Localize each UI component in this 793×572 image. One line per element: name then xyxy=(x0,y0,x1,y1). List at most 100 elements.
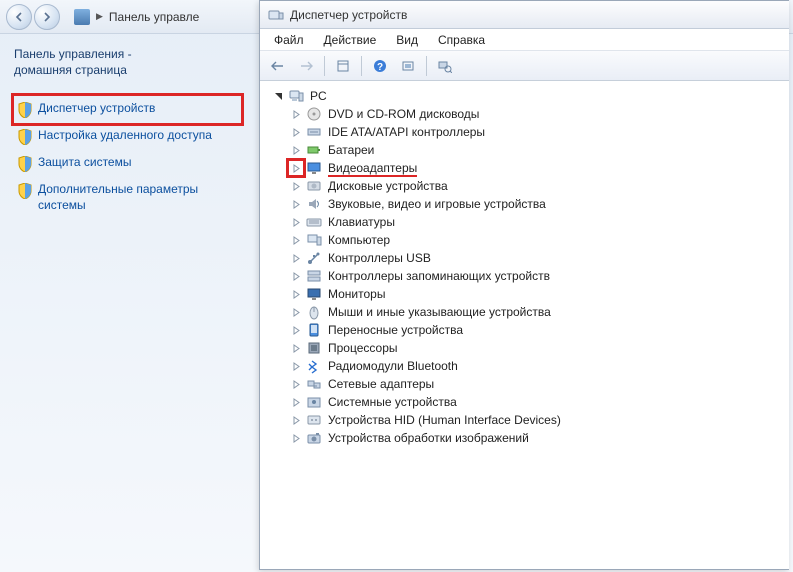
sound-icon xyxy=(306,196,322,212)
sidebar-link-label: Настройка удаленного доступа xyxy=(38,128,212,144)
tree-node[interactable]: Устройства HID (Human Interface Devices) xyxy=(288,411,789,429)
expand-arrow-icon[interactable] xyxy=(290,198,302,210)
expand-arrow-icon[interactable] xyxy=(290,234,302,246)
svg-text:?: ? xyxy=(377,62,383,73)
expand-arrow-icon[interactable] xyxy=(290,162,302,174)
tree-node-label: Видеоадаптеры xyxy=(328,161,417,175)
tree-node[interactable]: Системные устройства xyxy=(288,393,789,411)
tree-node-label: Устройства обработки изображений xyxy=(328,431,529,445)
tree-node-label: Системные устройства xyxy=(328,395,457,409)
device-tree[interactable]: PC DVD и CD-ROM дисководы IDE ATA/ATAPI к… xyxy=(260,81,789,569)
tree-node-label: Клавиатуры xyxy=(328,215,395,229)
tree-node[interactable]: IDE ATA/ATAPI контроллеры xyxy=(288,123,789,141)
sidebar-link[interactable]: Диспетчер устройств xyxy=(14,96,241,123)
expand-arrow-icon[interactable] xyxy=(290,378,302,390)
hid-icon xyxy=(306,412,322,428)
expand-arrow-icon[interactable] xyxy=(290,270,302,282)
toolbar-show-hidden-button[interactable] xyxy=(433,55,457,77)
storage-icon xyxy=(306,268,322,284)
breadcrumb[interactable]: ▶ Панель управле xyxy=(74,9,199,25)
toolbar-forward-button[interactable] xyxy=(294,55,318,77)
expand-arrow-icon[interactable] xyxy=(290,432,302,444)
tree-node[interactable]: Сетевые адаптеры xyxy=(288,375,789,393)
expand-arrow-icon[interactable] xyxy=(290,180,302,192)
shield-icon xyxy=(18,183,32,199)
menu-item[interactable]: Действие xyxy=(314,31,387,49)
titlebar: Диспетчер устройств xyxy=(260,1,789,29)
tree-node[interactable]: Мыши и иные указывающие устройства xyxy=(288,303,789,321)
toolbar-back-button[interactable] xyxy=(266,55,290,77)
tree-node-label: Устройства HID (Human Interface Devices) xyxy=(328,413,561,427)
hdd-icon xyxy=(306,178,322,194)
expand-arrow-icon[interactable] xyxy=(290,360,302,372)
expand-arrow-icon[interactable] xyxy=(290,396,302,408)
tree-node[interactable]: Дисковые устройства xyxy=(288,177,789,195)
toolbar-help-button[interactable]: ? xyxy=(368,55,392,77)
tree-node-label: Сетевые адаптеры xyxy=(328,377,434,391)
tree-node[interactable]: DVD и CD-ROM дисководы xyxy=(288,105,789,123)
tree-node-label: Процессоры xyxy=(328,341,398,355)
expand-arrow-icon[interactable] xyxy=(290,216,302,228)
tree-node[interactable]: Клавиатуры xyxy=(288,213,789,231)
keyboard-icon xyxy=(306,214,322,230)
toolbar-separator xyxy=(426,56,427,76)
tree-node[interactable]: Видеоадаптеры xyxy=(288,159,789,177)
breadcrumb-sep: ▶ xyxy=(96,11,103,22)
cpu-icon xyxy=(306,340,322,356)
expand-arrow-icon[interactable] xyxy=(290,306,302,318)
tree-node[interactable]: Переносные устройства xyxy=(288,321,789,339)
toolbar-properties-button[interactable] xyxy=(331,55,355,77)
monitor-icon xyxy=(306,286,322,302)
tree-node[interactable]: Компьютер xyxy=(288,231,789,249)
tree-node[interactable]: Радиомодули Bluetooth xyxy=(288,357,789,375)
tree-node-label: Контроллеры запоминающих устройств xyxy=(328,269,550,283)
back-button[interactable] xyxy=(6,4,32,30)
sidebar-link[interactable]: Защита системы xyxy=(14,150,241,177)
computer-icon xyxy=(306,232,322,248)
expand-arrow-icon[interactable] xyxy=(290,414,302,426)
display-icon xyxy=(306,160,322,176)
tree-node[interactable]: Мониторы xyxy=(288,285,789,303)
toolbar-scan-button[interactable] xyxy=(396,55,420,77)
system-icon xyxy=(306,394,322,410)
expand-arrow-icon[interactable] xyxy=(290,108,302,120)
tree-root-label: PC xyxy=(310,89,327,103)
expand-arrow-icon[interactable] xyxy=(290,126,302,138)
tree-node[interactable]: Батареи xyxy=(288,141,789,159)
menu-item[interactable]: Файл xyxy=(264,31,314,49)
tree-node[interactable]: Звуковые, видео и игровые устройства xyxy=(288,195,789,213)
tree-node-label: DVD и CD-ROM дисководы xyxy=(328,107,479,121)
ide-icon xyxy=(306,124,322,140)
sidebar-link-label: Дополнительные параметры системы xyxy=(38,182,237,213)
menu-bar: ФайлДействиеВидСправка xyxy=(260,29,789,51)
tree-node-label: Переносные устройства xyxy=(328,323,463,337)
cp-home-link[interactable]: Панель управления - домашняя страница xyxy=(14,46,241,78)
menu-item[interactable]: Справка xyxy=(428,31,495,49)
tree-node[interactable]: Контроллеры USB xyxy=(288,249,789,267)
expand-arrow-icon[interactable] xyxy=(290,144,302,156)
tree-node[interactable]: Процессоры xyxy=(288,339,789,357)
tree-node-label: Контроллеры USB xyxy=(328,251,431,265)
usb-icon xyxy=(306,250,322,266)
tree-node-label: Радиомодули Bluetooth xyxy=(328,359,458,373)
tree-node[interactable]: Устройства обработки изображений xyxy=(288,429,789,447)
toolbar: ? xyxy=(260,51,789,81)
expand-arrow-icon[interactable] xyxy=(290,252,302,264)
shield-icon xyxy=(18,129,32,145)
expand-arrow-icon[interactable] xyxy=(290,342,302,354)
battery-icon xyxy=(306,142,322,158)
expand-arrow-icon[interactable] xyxy=(290,288,302,300)
forward-button[interactable] xyxy=(34,4,60,30)
control-panel-sidebar: Панель управления - домашняя страница Ди… xyxy=(0,34,255,231)
sidebar-link[interactable]: Настройка удаленного доступа xyxy=(14,123,241,150)
menu-item[interactable]: Вид xyxy=(386,31,428,49)
mouse-icon xyxy=(306,304,322,320)
expand-arrow-icon[interactable] xyxy=(290,324,302,336)
expand-arrow-icon[interactable] xyxy=(272,90,284,102)
tree-node[interactable]: Контроллеры запоминающих устройств xyxy=(288,267,789,285)
sidebar-link-label: Защита системы xyxy=(38,155,131,171)
sidebar-link[interactable]: Дополнительные параметры системы xyxy=(14,177,241,218)
bluetooth-icon xyxy=(306,358,322,374)
tree-root-node[interactable]: PC xyxy=(268,87,789,105)
breadcrumb-icon xyxy=(74,9,90,25)
